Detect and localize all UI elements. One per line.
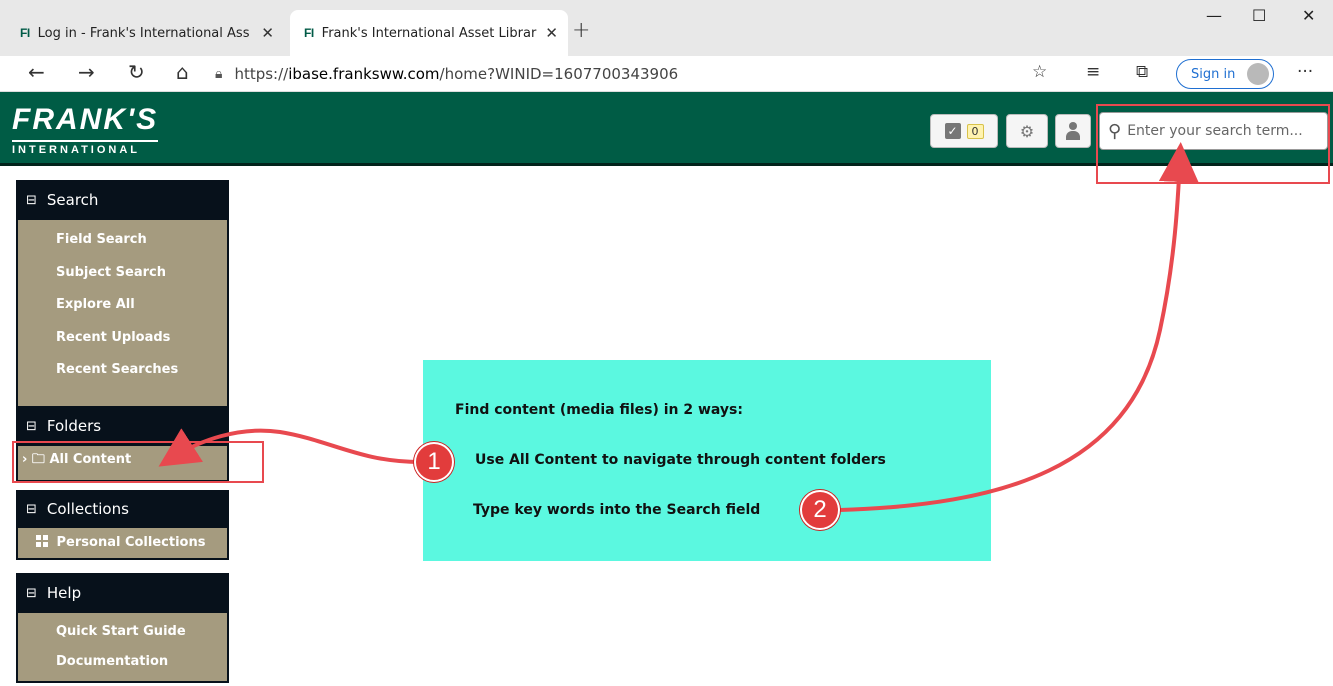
sign-in-label: Sign in [1191, 66, 1236, 82]
help-panel: ⊟ Help Quick Start Guide Documentation [16, 573, 229, 683]
step-2-marker: 2 [800, 490, 840, 530]
collections-icon[interactable]: ⧉ [1136, 62, 1148, 82]
new-tab-button[interactable]: + [572, 18, 590, 43]
sidebar-item-recent-searches[interactable]: Recent Searches [18, 354, 227, 387]
forward-arrow-icon[interactable]: → [78, 60, 95, 84]
gear-icon: ⚙ [1019, 121, 1035, 141]
tab-title: Frank's International Asset Librar [321, 25, 537, 41]
sidebar-item-documentation[interactable]: Documentation [18, 647, 227, 677]
sidebar-item-explore-all[interactable]: Explore All [18, 289, 227, 322]
search-panel: ⊟ Search Field Search Subject Search Exp… [16, 180, 229, 434]
url-path: /home?WINID=1607700343906 [439, 65, 679, 83]
maximize-button[interactable]: ☐ [1252, 6, 1266, 25]
collapse-icon[interactable]: ⊟ [26, 419, 37, 434]
tab-close-icon[interactable]: ✕ [261, 24, 274, 42]
panel-title: Help [46, 584, 82, 602]
collections-panel-header[interactable]: ⊟ Collections [16, 490, 229, 528]
sidebar-item-personal-collections[interactable]: Personal Collections [18, 528, 227, 558]
favorites-icon[interactable]: ≡ [1086, 62, 1100, 82]
more-icon[interactable]: ··· [1297, 62, 1313, 82]
help-panel-header[interactable]: ⊟ Help [16, 573, 229, 613]
tab-asset-library[interactable]: FI Frank's International Asset Librar ✕ [290, 10, 568, 56]
tasks-button[interactable]: ✓ 0 [930, 114, 998, 148]
tab-login[interactable]: FI Log in - Frank's International Ass ✕ [6, 10, 284, 56]
collapse-icon[interactable]: ⊟ [26, 586, 37, 601]
window-close-button[interactable]: ✕ [1302, 6, 1315, 25]
callout-heading: Find content (media files) in 2 ways: [455, 402, 743, 418]
sidebar-item-field-search[interactable]: Field Search [18, 224, 227, 257]
panel-title: Folders [46, 417, 102, 435]
user-icon [1065, 122, 1081, 140]
panel-title: Search [46, 191, 99, 209]
collections-panel-body: Personal Collections [16, 528, 229, 560]
browser-tab-strip: FI Log in - Frank's International Ass ✕ … [0, 0, 1333, 56]
search-panel-header[interactable]: ⊟ Search [16, 180, 229, 220]
site-favicon-icon: FI [20, 26, 30, 40]
sidebar-item-quick-start-guide[interactable]: Quick Start Guide [18, 617, 227, 647]
folders-panel-header[interactable]: ⊟ Folders [16, 406, 229, 446]
logo-wordmark: FRANK'S [12, 103, 159, 136]
collections-panel: ⊟ Collections Personal Collections [16, 490, 229, 560]
sidebar-item-subject-search[interactable]: Subject Search [18, 257, 227, 290]
reload-icon[interactable]: ↻ [128, 60, 145, 84]
all-content-highlight [12, 441, 264, 483]
site-favicon-icon: FI [304, 26, 314, 40]
task-count-badge: 0 [966, 123, 984, 139]
panel-title: Collections [46, 500, 129, 518]
search-panel-body: Field Search Subject Search Explore All … [16, 220, 229, 434]
checkbox-icon: ✓ [944, 123, 961, 139]
tab-title: Log in - Frank's International Ass [37, 25, 250, 41]
url-scheme: https:// [234, 65, 289, 83]
instruction-callout: Find content (media files) in 2 ways: Us… [423, 360, 991, 561]
help-panel-body: Quick Start Guide Documentation [16, 613, 229, 683]
collapse-icon[interactable]: ⊟ [26, 193, 37, 208]
tab-close-icon[interactable]: ✕ [545, 24, 558, 42]
avatar-icon [1247, 63, 1269, 85]
grid-icon [36, 535, 48, 547]
callout-step-2: Type key words into the Search field [473, 502, 761, 518]
minimize-button[interactable]: — [1206, 6, 1222, 25]
home-icon[interactable]: ⌂ [176, 60, 189, 84]
address-bar-row: ← → ↻ ⌂ 🔒︎ https://ibase.franksww.com/ho… [0, 56, 1333, 92]
sign-in-button[interactable]: Sign in [1176, 59, 1274, 89]
callout-step-1: Use All Content to navigate through cont… [475, 452, 886, 468]
logo-subtitle: INTERNATIONAL [12, 140, 159, 156]
favorite-add-icon[interactable]: ☆ [1032, 62, 1047, 82]
user-button[interactable] [1055, 114, 1091, 148]
lock-icon: 🔒︎ [215, 66, 223, 82]
url-host: ibase.franksww.com [288, 65, 440, 83]
url-field[interactable]: 🔒︎ https://ibase.franksww.com/home?WINID… [215, 61, 1065, 87]
sidebar-item-label: Personal Collections [56, 535, 206, 550]
step-1-marker: 1 [414, 442, 454, 482]
collapse-icon[interactable]: ⊟ [26, 502, 37, 517]
search-field-highlight [1096, 104, 1330, 184]
franks-logo[interactable]: FRANK'S INTERNATIONAL [12, 103, 159, 156]
sidebar-item-recent-uploads[interactable]: Recent Uploads [18, 322, 227, 355]
back-arrow-icon[interactable]: ← [28, 60, 45, 84]
settings-button[interactable]: ⚙ [1006, 114, 1048, 148]
